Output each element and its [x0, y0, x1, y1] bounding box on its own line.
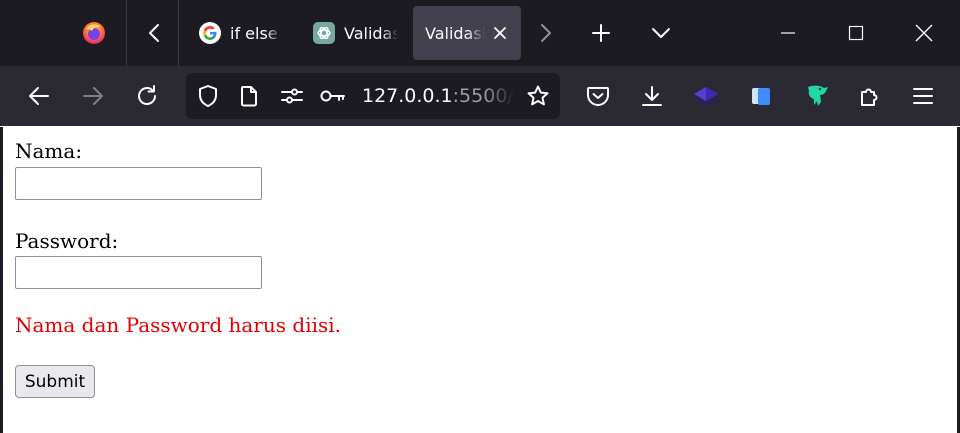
permissions-icon [281, 88, 303, 104]
nama-label: Nama: [15, 139, 83, 163]
star-icon [527, 85, 549, 106]
tracking-protection-button[interactable] [193, 73, 223, 119]
close-window-button[interactable] [902, 0, 946, 66]
plus-icon [592, 24, 610, 42]
password-manager-button[interactable] [318, 73, 348, 119]
url-path: :5500/la [452, 85, 514, 107]
maximize-icon [848, 25, 864, 41]
chevron-left-icon [149, 24, 159, 42]
tab-bar: if else Validasi Validasi [0, 0, 960, 66]
tab-title: Validasi [344, 23, 398, 43]
close-tab-button[interactable] [491, 24, 509, 42]
url-text[interactable]: 127.0.0.1:5500/la [362, 73, 514, 119]
scroll-tabs-left-button[interactable] [134, 0, 174, 66]
extension-button-cards[interactable] [741, 66, 781, 126]
chevron-right-icon [541, 24, 551, 42]
page-content: Nama: Password: Nama dan Password harus … [0, 127, 960, 433]
tab-validasi-chatgpt[interactable]: Validasi [296, 6, 408, 60]
bookmark-button[interactable] [523, 73, 553, 119]
scroll-tabs-right-button[interactable] [526, 0, 566, 66]
reload-button[interactable] [127, 66, 167, 126]
submit-button[interactable]: Submit [15, 365, 95, 398]
chatgpt-icon [312, 21, 336, 45]
tab-separator [126, 0, 127, 66]
close-icon [915, 24, 933, 42]
password-label: Password: [15, 229, 119, 253]
firefox-view-button[interactable] [72, 0, 116, 66]
tab-validasi-active[interactable]: Validasi [413, 6, 521, 60]
nama-input[interactable] [15, 167, 262, 200]
navigation-toolbar: 127.0.0.1:5500/la [0, 66, 960, 126]
pocket-button[interactable] [578, 66, 618, 126]
back-button[interactable] [19, 66, 59, 126]
address-bar[interactable]: 127.0.0.1:5500/la [186, 73, 560, 119]
forward-button[interactable] [73, 66, 113, 126]
hamburger-menu-icon [913, 88, 933, 104]
pocket-icon [587, 87, 609, 106]
password-input[interactable] [15, 256, 262, 289]
firefox-icon [83, 22, 105, 44]
page-icon [241, 86, 257, 107]
reload-icon [138, 85, 156, 105]
arrow-left-icon [29, 87, 49, 105]
url-host: 127.0.0.1 [362, 85, 453, 107]
arrow-right-icon [83, 87, 103, 105]
tab-separator [178, 0, 179, 66]
extensions-button[interactable] [850, 66, 890, 126]
minimize-icon [781, 32, 795, 34]
google-icon [198, 21, 222, 45]
new-tab-button[interactable] [580, 0, 622, 66]
maximize-window-button[interactable] [834, 0, 878, 66]
download-icon [642, 86, 662, 106]
chevron-down-icon [652, 28, 670, 38]
validation-error-message: Nama dan Password harus diisi. [15, 313, 342, 337]
downloads-button[interactable] [632, 66, 672, 126]
puzzle-icon [861, 88, 878, 106]
tab-title: Validasi [425, 23, 485, 43]
site-info-button[interactable] [234, 73, 264, 119]
close-icon [494, 27, 506, 39]
app-menu-button[interactable] [903, 66, 943, 126]
tab-title: if else [230, 23, 278, 43]
extension-button-layers[interactable] [686, 66, 726, 126]
list-all-tabs-button[interactable] [640, 0, 682, 66]
minimize-window-button[interactable] [766, 0, 810, 66]
shield-icon [199, 85, 217, 107]
permissions-button[interactable] [277, 73, 307, 119]
key-icon [320, 90, 345, 102]
cards-extension-icon [752, 88, 770, 105]
dino-extension-icon [808, 85, 828, 106]
extension-button-dino[interactable] [797, 66, 837, 126]
tab-if-else[interactable]: if else [182, 6, 292, 60]
layers-extension-icon [694, 87, 718, 106]
